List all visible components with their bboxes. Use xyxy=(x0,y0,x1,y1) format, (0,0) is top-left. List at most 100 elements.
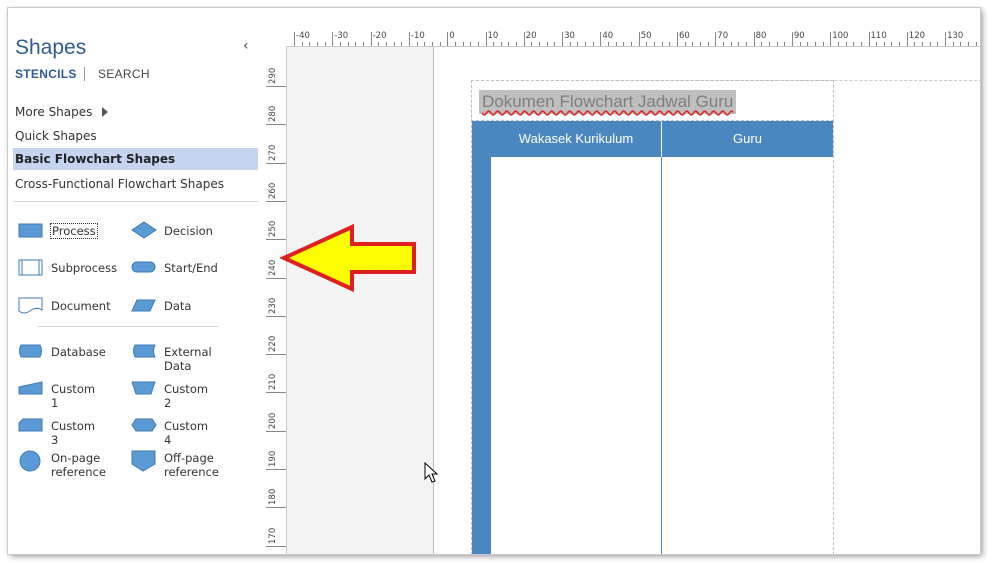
lane-header-guru[interactable]: Guru xyxy=(662,121,833,157)
ruler-tick xyxy=(266,354,286,356)
ruler-minor-tick xyxy=(569,42,571,46)
nav-basic-flowchart-shapes[interactable]: Basic Flowchart Shapes xyxy=(13,148,258,170)
ruler-tick xyxy=(677,32,678,46)
ruler-corner xyxy=(266,32,286,46)
ruler-label: 180 xyxy=(268,489,278,506)
ruler-minor-tick xyxy=(546,42,548,46)
custom-2-icon xyxy=(131,381,156,395)
ruler-tick xyxy=(266,545,286,547)
ruler-minor-tick xyxy=(615,42,617,46)
annotation-arrow-icon xyxy=(280,223,416,293)
ruler-minor-tick xyxy=(899,42,901,46)
ruler-minor-tick xyxy=(922,42,924,46)
document-icon xyxy=(18,297,43,314)
collapse-panel-icon[interactable]: ‹ xyxy=(243,38,249,54)
ruler-label: 70 xyxy=(717,31,729,41)
ruler-label: 220 xyxy=(268,335,278,353)
lane-divider xyxy=(661,157,662,554)
lane-header-wakasek[interactable]: Wakasek Kurikulum xyxy=(491,121,661,157)
shape-label: Custom 2 xyxy=(164,382,209,410)
swimlane-pool[interactable]: Wakasek Kurikulum Guru xyxy=(471,120,834,554)
drawing-page[interactable]: Dokumen Flowchart Jadwal Guru Wakasek Ku… xyxy=(433,47,980,554)
ruler-minor-tick xyxy=(531,42,533,46)
shape-label: Subprocess xyxy=(51,261,118,275)
on-page-reference-icon xyxy=(19,450,41,472)
nav-cross-functional-shapes[interactable]: Cross-Functional Flowchart Shapes xyxy=(13,173,258,195)
decision-icon xyxy=(131,221,157,239)
nav-quick-shapes-label: Quick Shapes xyxy=(15,129,97,143)
ruler-label: 120 xyxy=(908,31,926,41)
submenu-arrow-icon xyxy=(102,107,108,117)
vertical-ruler: 290 280 270 260 250 240 230 220 210 200 190 180 170 xyxy=(266,46,287,554)
ruler-minor-tick xyxy=(516,42,518,46)
ruler-minor-tick xyxy=(316,42,318,46)
shape-label: Process xyxy=(50,223,98,239)
ruler-tick xyxy=(266,507,286,509)
ruler-minor-tick xyxy=(454,42,456,46)
ruler-label: 290 xyxy=(268,67,278,84)
ruler-tick xyxy=(266,430,286,432)
ruler-label: 250 xyxy=(268,220,278,238)
ruler-tick xyxy=(294,32,295,46)
tab-stencils[interactable]: STENCILS xyxy=(15,67,77,81)
nav-cross-functional-label: Cross-Functional Flowchart Shapes xyxy=(15,177,224,191)
panel-title: Shapes xyxy=(15,36,87,59)
ruler-minor-tick xyxy=(845,42,847,46)
pool-left-bar xyxy=(472,121,491,554)
shapes-panel: Shapes ‹ STENCILS SEARCH More Shapes Qui… xyxy=(8,8,266,554)
ruler-tick xyxy=(753,32,755,46)
ruler-tick xyxy=(906,32,908,46)
ruler-minor-tick xyxy=(378,42,380,46)
ruler-minor-tick xyxy=(952,42,954,46)
ruler-minor-tick xyxy=(707,42,709,46)
ruler-minor-tick xyxy=(860,42,862,46)
nav-more-shapes[interactable]: More Shapes xyxy=(13,101,258,123)
shape-label: Database xyxy=(51,345,106,359)
ruler-minor-tick xyxy=(631,42,633,46)
ruler-minor-tick xyxy=(738,42,740,46)
ruler-minor-tick xyxy=(699,42,701,46)
ruler-minor-tick xyxy=(608,42,610,46)
nav-quick-shapes[interactable]: Quick Shapes xyxy=(13,125,258,147)
ruler-minor-tick xyxy=(401,42,403,46)
ruler-minor-tick xyxy=(646,42,648,46)
ruler-minor-tick xyxy=(301,42,303,46)
shapes-divider xyxy=(38,326,218,327)
ruler-label: 80 xyxy=(755,31,767,41)
ruler-minor-tick xyxy=(776,42,778,46)
ruler-minor-tick xyxy=(324,42,326,46)
custom-3-icon xyxy=(18,418,43,432)
ruler-tick xyxy=(638,32,640,46)
custom-1-icon xyxy=(18,381,43,395)
ruler-tick xyxy=(370,32,372,46)
shape-label: Off-page reference xyxy=(164,451,219,479)
ruler-label: 110 xyxy=(870,31,887,41)
ruler-minor-tick xyxy=(416,42,418,46)
mouse-cursor-icon xyxy=(424,462,439,483)
ruler-label: 200 xyxy=(268,412,278,429)
ruler-minor-tick xyxy=(891,42,893,46)
external-data-icon xyxy=(133,344,156,358)
ruler-minor-tick xyxy=(837,42,839,46)
ruler-label: 230 xyxy=(268,297,278,314)
shape-label: Decision xyxy=(164,224,213,238)
diagram-title[interactable]: Dokumen Flowchart Jadwal Guru xyxy=(479,90,737,114)
ruler-minor-tick xyxy=(493,42,495,46)
ruler-minor-tick xyxy=(362,42,364,46)
ruler-minor-tick xyxy=(761,42,763,46)
ruler-tick xyxy=(600,32,602,46)
ruler-minor-tick xyxy=(554,42,556,46)
shape-label: Custom 4 xyxy=(164,419,209,447)
tab-separator xyxy=(84,67,85,81)
horizontal-ruler: -40 -30 -20 -10 0 10 20 30 40 50 60 70 80 90 100 110 120… xyxy=(286,31,980,47)
ruler-minor-tick xyxy=(975,42,977,46)
ruler-label: 90 xyxy=(793,31,805,41)
ruler-minor-tick xyxy=(439,42,441,46)
ruler-minor-tick xyxy=(929,42,931,46)
custom-4-icon xyxy=(131,418,157,432)
tab-search[interactable]: SEARCH xyxy=(98,67,150,81)
ruler-label: 130 xyxy=(947,31,964,41)
ruler-tick xyxy=(562,32,564,46)
shape-label: Custom 1 xyxy=(51,382,96,410)
visio-window: Shapes ‹ STENCILS SEARCH More Shapes Qui… xyxy=(8,8,980,554)
